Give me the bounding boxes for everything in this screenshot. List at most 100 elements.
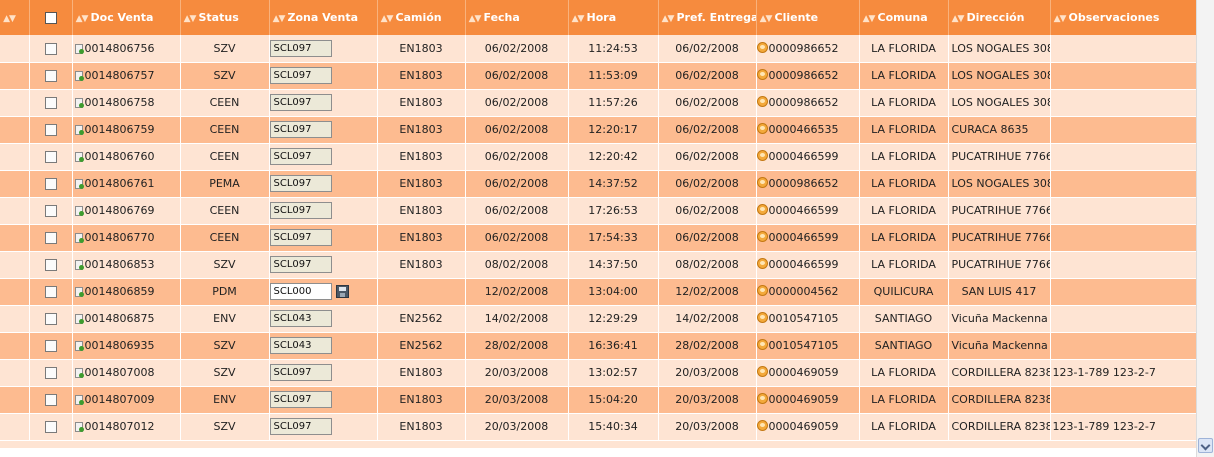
doc-venta-cell[interactable]: 0014807008 [72,359,181,387]
row-checkbox[interactable] [44,421,57,433]
cliente-value[interactable]: 0000469059 [769,393,839,406]
doc-venta-cell[interactable]: 0014806760 [72,143,181,171]
doc-venta-value[interactable]: 0014806935 [85,339,155,352]
cliente-cell[interactable]: 0000466599 [756,197,860,225]
doc-venta-cell[interactable]: 0014806859 [72,278,181,306]
cliente-value[interactable]: 0000986652 [769,96,839,109]
cliente-cell[interactable]: 0000986652 [756,62,860,90]
doc-venta-cell[interactable]: 0014806769 [72,197,181,225]
column-header-camion[interactable]: ▲▼ Camión [377,0,466,35]
table-row[interactable]: 0014806760 CEEN SCL097 EN1803 06/02/2008… [0,143,1196,171]
doc-venta-value[interactable]: 0014806759 [85,123,155,136]
table-row[interactable]: 0014806758 CEEN SCL097 EN1803 06/02/2008… [0,89,1196,117]
doc-venta-cell[interactable]: 0014806759 [72,116,181,144]
cliente-value[interactable]: 0000466599 [769,150,839,163]
cliente-value[interactable]: 0000986652 [769,42,839,55]
doc-venta-cell[interactable]: 0014806758 [72,89,181,117]
column-header-direccion[interactable]: ▲▼ Dirección [948,0,1051,35]
row-checkbox[interactable] [44,259,57,271]
doc-venta-cell[interactable]: 0014807012 [72,413,181,441]
cliente-value[interactable]: 0000466599 [769,258,839,271]
table-row[interactable]: 0014806759 CEEN SCL097 EN1803 06/02/2008… [0,116,1196,144]
cliente-cell[interactable]: 0000469059 [756,359,860,387]
doc-venta-cell[interactable]: 0014806756 [72,35,181,63]
doc-venta-value[interactable]: 0014806859 [85,285,155,298]
doc-venta-cell[interactable]: 0014806770 [72,224,181,252]
doc-venta-cell[interactable]: 0014807009 [72,386,181,414]
doc-venta-value[interactable]: 0014806756 [85,42,155,55]
table-row[interactable]: 0014806859 PDM SCL000 12/02/2008 13:04:0… [0,278,1196,306]
row-checkbox[interactable] [44,42,57,55]
row-checkbox[interactable] [44,124,57,136]
zona-venta-input[interactable]: SCL000 [269,283,332,300]
cliente-cell[interactable]: 0000004562 [756,278,860,306]
cliente-cell[interactable]: 0000469059 [756,386,860,414]
row-checkbox[interactable] [44,232,57,244]
doc-venta-value[interactable]: 0014806875 [85,312,155,325]
table-row[interactable]: 0014806757 SZV SCL097 EN1803 06/02/2008 … [0,62,1196,90]
table-row[interactable]: 0014807009 ENV SCL097 EN1803 20/03/2008 … [0,386,1196,414]
doc-venta-value[interactable]: 0014807012 [85,420,155,433]
doc-venta-value[interactable]: 0014806758 [85,96,155,109]
row-checkbox[interactable] [44,313,57,325]
table-row[interactable]: 0014806853 SZV SCL097 EN1803 08/02/2008 … [0,251,1196,279]
cliente-value[interactable]: 0010547105 [769,339,839,352]
table-row[interactable]: 0014807008 SZV SCL097 EN1803 20/03/2008 … [0,359,1196,387]
doc-venta-value[interactable]: 0014806769 [85,204,155,217]
cliente-cell[interactable]: 0000466599 [756,251,860,279]
cliente-value[interactable]: 0000466535 [769,123,839,136]
doc-venta-cell[interactable]: 0014806761 [72,170,181,198]
cliente-cell[interactable]: 0000466599 [756,224,860,252]
doc-venta-cell[interactable]: 0014806935 [72,332,181,360]
vertical-scrollbar[interactable] [1196,0,1214,457]
cliente-value[interactable]: 0010547105 [769,312,839,325]
cliente-cell[interactable]: 0000466535 [756,116,860,144]
doc-venta-cell[interactable]: 0014806757 [72,62,181,90]
row-checkbox[interactable] [44,70,57,82]
table-row[interactable]: 0014806761 PEMA SCL097 EN1803 06/02/2008… [0,170,1196,198]
row-checkbox[interactable] [44,205,57,217]
column-header-fecha[interactable]: ▲▼ Fecha [465,0,569,35]
row-checkbox[interactable] [44,151,57,163]
column-header-status[interactable]: ▲▼ Status [180,0,270,35]
doc-venta-value[interactable]: 0014806761 [85,177,155,190]
cliente-value[interactable]: 0000469059 [769,366,839,379]
doc-venta-value[interactable]: 0014806770 [85,231,155,244]
row-checkbox[interactable] [44,286,57,298]
sort-toggle-header[interactable]: ▲▼ [0,0,30,35]
doc-venta-value[interactable]: 0014806757 [85,69,155,82]
cliente-value[interactable]: 0000469059 [769,420,839,433]
column-header-comuna[interactable]: ▲▼ Comuna [859,0,949,35]
cliente-value[interactable]: 0000986652 [769,177,839,190]
doc-venta-value[interactable]: 0014807008 [85,366,155,379]
column-header-observaciones[interactable]: ▲▼ Observaciones [1050,0,1196,35]
doc-venta-value[interactable]: 0014807009 [85,393,155,406]
cliente-cell[interactable]: 0010547105 [756,332,860,360]
column-header-zona-venta[interactable]: ▲▼ Zona Venta [269,0,378,35]
table-row[interactable]: 0014806769 CEEN SCL097 EN1803 06/02/2008… [0,197,1196,225]
table-row[interactable]: 0014806935 SZV SCL043 EN2562 28/02/2008 … [0,332,1196,360]
column-header-pref-entrega[interactable]: ▲▼ Pref. Entrega [658,0,757,35]
row-checkbox[interactable] [44,340,57,352]
column-header-cliente[interactable]: ▲▼ Cliente [756,0,860,35]
cliente-value[interactable]: 0000466599 [769,204,839,217]
cliente-cell[interactable]: 0010547105 [756,305,860,333]
doc-venta-cell[interactable]: 0014806875 [72,305,181,333]
select-all-checkbox[interactable] [44,12,57,24]
table-row[interactable]: 0014806770 CEEN SCL097 EN1803 06/02/2008… [0,224,1196,252]
cliente-cell[interactable]: 0000469059 [756,413,860,441]
table-row[interactable]: 0014806756 SZV SCL097 EN1803 06/02/2008 … [0,35,1196,63]
cliente-cell[interactable]: 0000986652 [756,89,860,117]
column-header-doc-venta[interactable]: ▲▼ Doc Venta [72,0,181,35]
cliente-cell[interactable]: 0000466599 [756,143,860,171]
row-checkbox[interactable] [44,394,57,406]
doc-venta-value[interactable]: 0014806853 [85,258,155,271]
doc-venta-value[interactable]: 0014806760 [85,150,155,163]
cliente-value[interactable]: 0000004562 [769,285,839,298]
doc-venta-cell[interactable]: 0014806853 [72,251,181,279]
column-header-hora[interactable]: ▲▼ Hora [568,0,659,35]
table-row[interactable]: 0014806875 ENV SCL043 EN2562 14/02/2008 … [0,305,1196,333]
row-checkbox[interactable] [44,97,57,109]
cliente-cell[interactable]: 0000986652 [756,35,860,63]
row-checkbox[interactable] [44,178,57,190]
